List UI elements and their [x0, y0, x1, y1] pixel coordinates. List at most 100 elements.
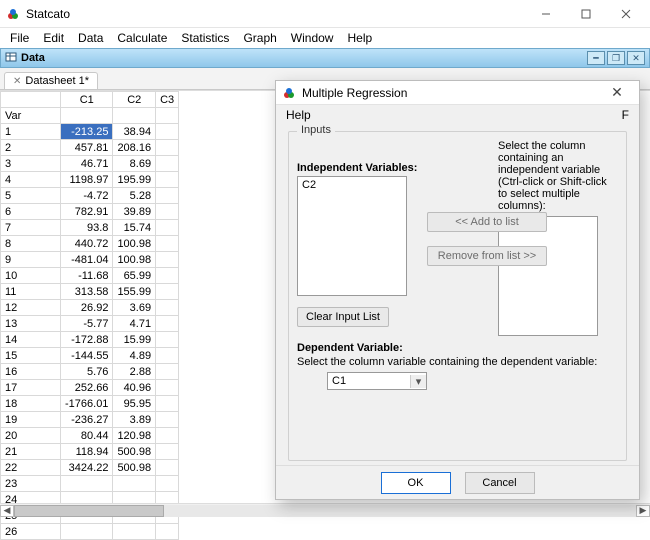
cell[interactable] — [156, 444, 179, 460]
cell[interactable] — [156, 460, 179, 476]
cell[interactable] — [156, 316, 179, 332]
subwin-close-button[interactable]: ✕ — [627, 51, 645, 65]
cell[interactable] — [113, 476, 156, 492]
menu-window[interactable]: Window — [285, 31, 340, 45]
cell[interactable]: 3.69 — [113, 300, 156, 316]
row-header[interactable]: 1 — [1, 124, 61, 140]
clear-input-list-button[interactable]: Clear Input List — [297, 307, 389, 327]
cell[interactable] — [156, 156, 179, 172]
menu-statistics[interactable]: Statistics — [175, 31, 235, 45]
cell[interactable]: 100.98 — [113, 252, 156, 268]
row-header[interactable]: 22 — [1, 460, 61, 476]
cell[interactable]: 208.16 — [113, 140, 156, 156]
hscroll-right-arrow[interactable]: ▶ — [636, 505, 650, 517]
cell[interactable]: 38.94 — [113, 124, 156, 140]
maximize-button[interactable] — [566, 3, 606, 25]
remove-from-list-button[interactable]: Remove from list >> — [427, 246, 547, 266]
tab-close-icon[interactable]: ✕ — [13, 76, 21, 87]
cell[interactable]: 4.89 — [113, 348, 156, 364]
cell[interactable]: 46.71 — [61, 156, 113, 172]
row-header[interactable]: 13 — [1, 316, 61, 332]
cell[interactable] — [156, 364, 179, 380]
cell[interactable] — [156, 172, 179, 188]
cell[interactable] — [156, 412, 179, 428]
cell[interactable]: -213.25 — [61, 124, 113, 140]
cell[interactable]: -1766.01 — [61, 396, 113, 412]
cell[interactable] — [156, 124, 179, 140]
cell[interactable] — [156, 300, 179, 316]
cancel-button[interactable]: Cancel — [465, 472, 535, 494]
cell[interactable]: 195.99 — [113, 172, 156, 188]
cell[interactable] — [156, 220, 179, 236]
cell[interactable]: 252.66 — [61, 380, 113, 396]
cell[interactable]: 80.44 — [61, 428, 113, 444]
cell[interactable]: 15.74 — [113, 220, 156, 236]
cell[interactable] — [156, 396, 179, 412]
cell[interactable]: 440.72 — [61, 236, 113, 252]
cell[interactable]: 4.71 — [113, 316, 156, 332]
cell[interactable] — [156, 140, 179, 156]
close-button[interactable] — [606, 3, 646, 25]
cell[interactable] — [61, 476, 113, 492]
row-header[interactable]: 26 — [1, 524, 61, 540]
cell[interactable]: 95.95 — [113, 396, 156, 412]
cell[interactable]: -481.04 — [61, 252, 113, 268]
cell[interactable]: -11.68 — [61, 268, 113, 284]
cell[interactable] — [156, 476, 179, 492]
cell[interactable]: -4.72 — [61, 188, 113, 204]
cell[interactable]: 500.98 — [113, 444, 156, 460]
cell[interactable]: 155.99 — [113, 284, 156, 300]
cell[interactable]: 5.76 — [61, 364, 113, 380]
cell[interactable]: 5.28 — [113, 188, 156, 204]
cell[interactable] — [156, 204, 179, 220]
subwin-restore-button[interactable]: ❐ — [607, 51, 625, 65]
row-header[interactable]: 23 — [1, 476, 61, 492]
subwin-minimize-button[interactable]: ━ — [587, 51, 605, 65]
cell[interactable]: 65.99 — [113, 268, 156, 284]
cell[interactable] — [156, 380, 179, 396]
row-header[interactable]: 12 — [1, 300, 61, 316]
row-header[interactable]: 9 — [1, 252, 61, 268]
cell[interactable] — [156, 252, 179, 268]
row-header[interactable]: 6 — [1, 204, 61, 220]
row-header[interactable]: 10 — [1, 268, 61, 284]
menu-data[interactable]: Data — [72, 31, 109, 45]
cell[interactable]: -172.88 — [61, 332, 113, 348]
add-to-list-button[interactable]: << Add to list — [427, 212, 547, 232]
row-header[interactable]: 2 — [1, 140, 61, 156]
cell[interactable]: 120.98 — [113, 428, 156, 444]
spreadsheet[interactable]: C1C2C3Var1-213.2538.942457.81208.16346.7… — [0, 91, 179, 540]
cell[interactable]: 2.88 — [113, 364, 156, 380]
cell[interactable]: -144.55 — [61, 348, 113, 364]
hscroll-track[interactable] — [14, 505, 636, 517]
row-header[interactable]: 17 — [1, 380, 61, 396]
cell[interactable]: 118.94 — [61, 444, 113, 460]
hscrollbar[interactable]: ◀ ▶ — [0, 503, 650, 517]
row-header[interactable]: 5 — [1, 188, 61, 204]
column-header[interactable]: C2 — [113, 92, 156, 108]
row-header[interactable]: 20 — [1, 428, 61, 444]
menu-edit[interactable]: Edit — [37, 31, 70, 45]
dialog-help-menu[interactable]: Help — [286, 108, 311, 122]
menu-graph[interactable]: Graph — [237, 31, 282, 45]
minimize-button[interactable] — [526, 3, 566, 25]
cell[interactable] — [156, 236, 179, 252]
cell[interactable]: 100.98 — [113, 236, 156, 252]
cell[interactable]: 1198.97 — [61, 172, 113, 188]
cell[interactable] — [156, 268, 179, 284]
cell[interactable] — [156, 332, 179, 348]
column-header[interactable]: C3 — [156, 92, 179, 108]
cell[interactable]: 93.8 — [61, 220, 113, 236]
dialog-close-button[interactable]: ✕ — [601, 84, 633, 101]
menu-calculate[interactable]: Calculate — [111, 31, 173, 45]
datasheet-tab[interactable]: ✕ Datasheet 1* — [4, 72, 98, 89]
cell[interactable]: -5.77 — [61, 316, 113, 332]
cell[interactable]: 8.69 — [113, 156, 156, 172]
row-header[interactable]: 3 — [1, 156, 61, 172]
cell[interactable]: 782.91 — [61, 204, 113, 220]
cell[interactable] — [156, 524, 179, 540]
row-header[interactable]: 16 — [1, 364, 61, 380]
cell[interactable]: 40.96 — [113, 380, 156, 396]
cell[interactable]: 500.98 — [113, 460, 156, 476]
row-header[interactable]: 15 — [1, 348, 61, 364]
